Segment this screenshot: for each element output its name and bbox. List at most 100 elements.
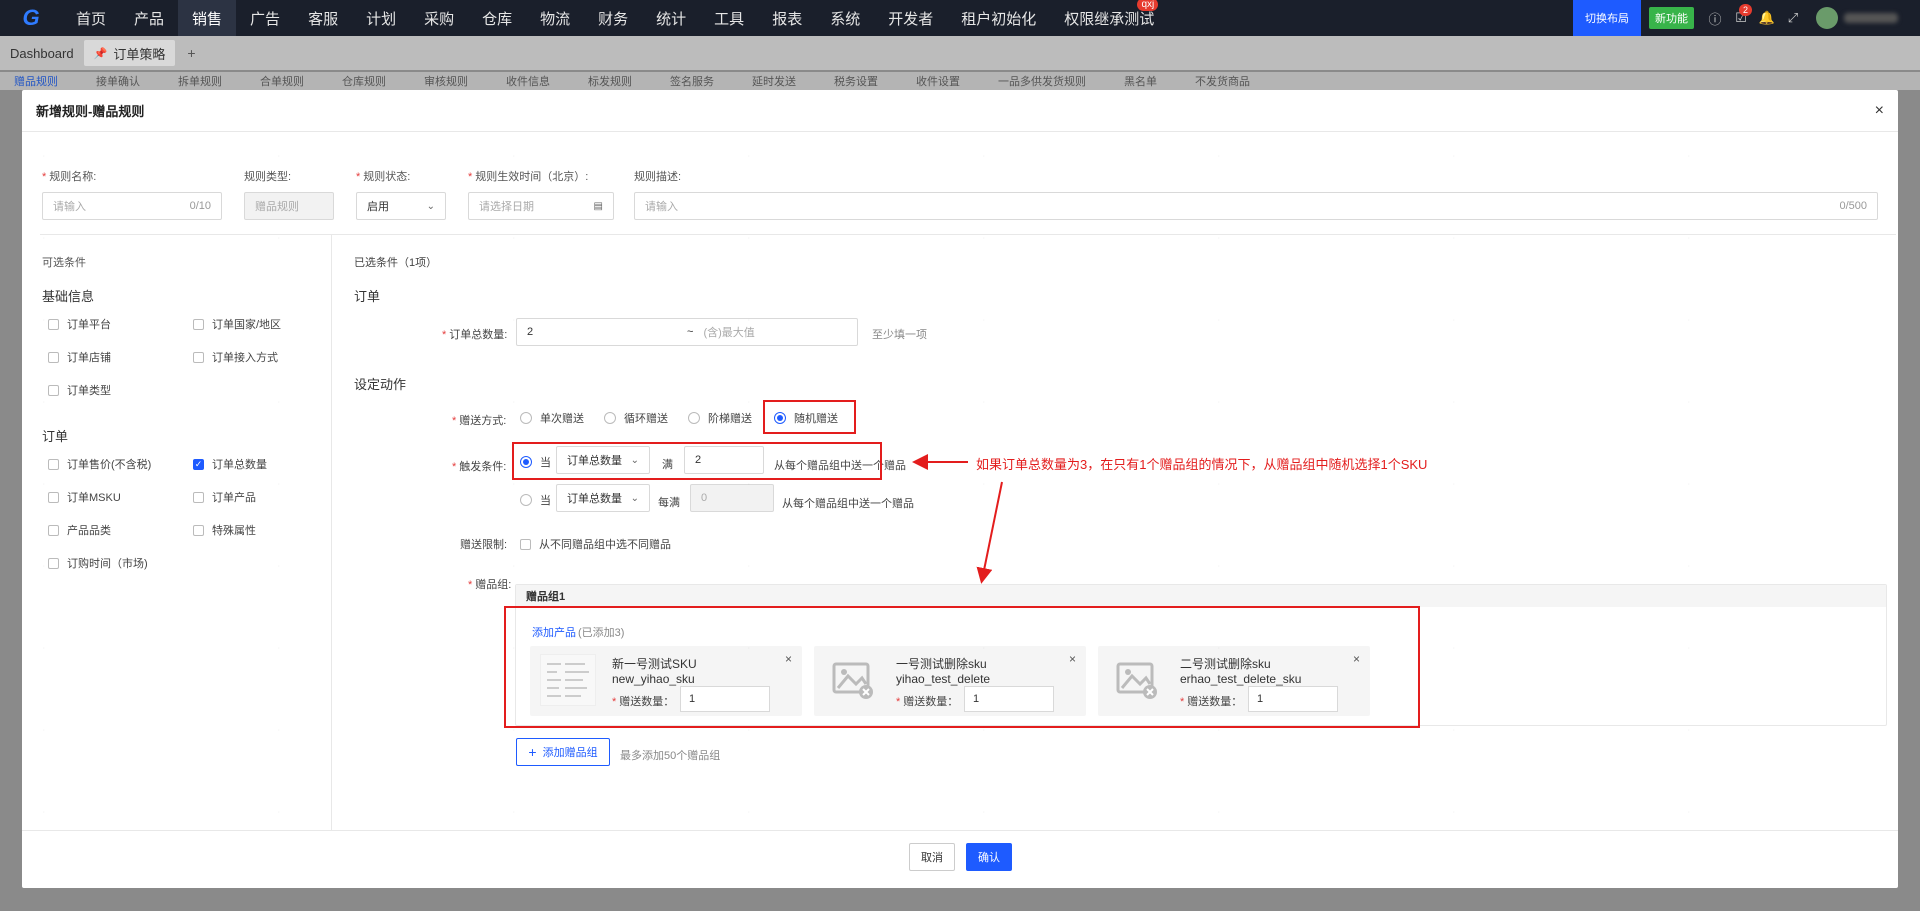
condition-checkbox[interactable]: 订单平台	[48, 316, 111, 332]
trigger2-value-input[interactable]: 0	[690, 484, 774, 512]
condition-checkbox[interactable]: 订单产品	[193, 489, 256, 505]
cancel-button[interactable]: 取消	[909, 843, 955, 871]
sub-tab[interactable]: 审核规则	[424, 73, 468, 89]
sub-tab[interactable]: 延时发送	[752, 73, 796, 89]
condition-checkbox[interactable]: 订单售价(不含税)	[48, 456, 151, 472]
watermark: ·	[40, 559, 47, 573]
condition-checkbox[interactable]: 产品品类	[48, 522, 111, 538]
gift-mode-label: * 赠送方式:	[452, 415, 507, 427]
sub-tab[interactable]: 签名服务	[670, 73, 714, 89]
user-name-blurred[interactable]	[1844, 13, 1898, 23]
nav-item-label: 物流	[540, 10, 571, 28]
gift-mode-radio[interactable]: 阶梯赠送	[688, 410, 752, 426]
sub-tab[interactable]: 仓库规则	[342, 73, 386, 89]
checkbox-box	[48, 318, 59, 330]
watermark: ·	[1450, 313, 1457, 327]
add-tab-button[interactable]: +	[187, 45, 195, 61]
condition-checkbox[interactable]: 订单接入方式	[193, 349, 278, 365]
condition-checkbox[interactable]: 特殊属性	[193, 522, 256, 538]
bell-icon[interactable]: 🔔	[1754, 0, 1780, 36]
nav-item-14[interactable]: 开发者	[874, 0, 947, 36]
condition-checkbox[interactable]: 订购时间（市场)	[48, 555, 148, 571]
trigger2-field-select[interactable]: 订单总数量 ⌄	[556, 484, 650, 512]
tab-dashboard[interactable]: Dashboard	[0, 40, 84, 66]
confirm-button[interactable]: 确认	[966, 843, 1012, 871]
sub-tab[interactable]: 收件信息	[506, 73, 550, 89]
nav-item-label: 系统	[830, 10, 861, 28]
gift-group-name: 赠品组1	[516, 585, 1886, 607]
sub-tab[interactable]: 赠品规则	[14, 73, 58, 89]
nav-item-1[interactable]: 产品	[120, 0, 178, 36]
nav-item-8[interactable]: 物流	[526, 0, 584, 36]
nav-item-2[interactable]: 销售	[178, 0, 237, 36]
condition-checkbox[interactable]: ✓ 订单总数量	[193, 456, 267, 472]
nav-item-0[interactable]: 首页	[62, 0, 120, 36]
total-qty-range-input[interactable]: 2 ~ (含)最大值	[516, 318, 858, 346]
app-logo[interactable]: G	[0, 0, 62, 36]
effective-time-label: * 规则生效时间（北京）:	[468, 171, 589, 183]
checkbox-box	[520, 538, 531, 550]
nav-item-4[interactable]: 客服	[294, 0, 352, 36]
gift-mode-radio[interactable]: 单次赠送	[520, 410, 584, 426]
nav-item-label: 销售	[192, 10, 223, 28]
tab-order-strategy[interactable]: 📌 订单策略	[83, 40, 176, 66]
condition-checkbox[interactable]: 订单MSKU	[48, 489, 121, 505]
checkbox-box	[48, 491, 59, 503]
nav-item-3[interactable]: 广告	[236, 0, 294, 36]
new-feature-button[interactable]: 新功能	[1649, 7, 1694, 29]
sub-tab[interactable]: 拆单规则	[178, 73, 222, 89]
gift-mode-radio[interactable]: 循环赠送	[604, 410, 668, 426]
sub-tab[interactable]: 合单规则	[260, 73, 304, 89]
watermark: ·	[1215, 395, 1222, 409]
trigger2-radio[interactable]: 当	[520, 492, 551, 508]
nav-item-9[interactable]: 财务	[584, 0, 642, 36]
condition-checkbox[interactable]: 订单店铺	[48, 349, 111, 365]
avatar[interactable]	[1816, 7, 1838, 29]
nav-item-13[interactable]: 系统	[816, 0, 874, 36]
nav-item-label: 财务	[598, 10, 629, 28]
help-icon[interactable]: ⓘ	[1702, 0, 1728, 36]
rule-name-input[interactable]: 请输入 0/10	[42, 192, 222, 220]
sub-tab[interactable]: 税务设置	[834, 73, 878, 89]
rule-name-label: * 规则名称:	[42, 171, 97, 183]
rule-status-select[interactable]: 启用 ⌄	[356, 192, 446, 220]
sub-tab[interactable]: 一品多供发货规则	[998, 73, 1086, 89]
sub-tab[interactable]: 接单确认	[96, 73, 140, 89]
watermark: ·	[1215, 559, 1222, 573]
nav-item-label: 仓库	[482, 10, 513, 28]
effective-date-picker[interactable]: 请选择日期 ▤	[468, 192, 614, 220]
gift-group-label: * 赠品组:	[468, 579, 512, 591]
sub-tab[interactable]: 不发货商品	[1195, 73, 1250, 89]
nav-item-7[interactable]: 仓库	[468, 0, 526, 36]
close-icon[interactable]: ×	[1875, 102, 1884, 120]
sub-tab[interactable]: 收件设置	[916, 73, 960, 89]
highlight-box	[504, 606, 1420, 728]
switch-layout-button[interactable]: 切换布局	[1573, 0, 1641, 36]
add-gift-group-button[interactable]: + 添加赠品组	[516, 738, 610, 766]
radio-dot	[520, 494, 532, 506]
watermark: ·	[510, 149, 517, 163]
sub-tab[interactable]: 黑名单	[1124, 73, 1157, 89]
nav-item-15[interactable]: 租户初始化	[947, 0, 1050, 36]
fullscreen-icon[interactable]: ⤢	[1780, 0, 1806, 36]
condition-checkbox[interactable]: 订单类型	[48, 382, 111, 398]
nav-item-12[interactable]: 报表	[758, 0, 816, 36]
nav-item-5[interactable]: 计划	[352, 0, 410, 36]
max-qty-placeholder[interactable]: (含)最大值	[703, 324, 754, 340]
condition-checkbox[interactable]: 订单国家/地区	[193, 316, 281, 332]
sub-tab[interactable]: 标发规则	[588, 73, 632, 89]
pin-icon[interactable]: 📌	[94, 47, 108, 60]
nav-item-16[interactable]: 权限继承测试 qxj	[1050, 0, 1168, 36]
gift-limit-checkbox[interactable]: 从不同赠品组中选不同赠品	[520, 536, 671, 552]
watermark: ·	[40, 149, 47, 163]
min-qty-value[interactable]: 2	[527, 326, 677, 338]
rule-desc-input[interactable]: 请输入 0/500	[634, 192, 1878, 220]
todo-icon[interactable]: ☑ 2	[1728, 0, 1754, 36]
nav-item-6[interactable]: 采购	[410, 0, 468, 36]
condition-label: 订单接入方式	[212, 352, 278, 364]
nav-item-11[interactable]: 工具	[700, 0, 758, 36]
rule-type-label: 规则类型:	[244, 171, 292, 183]
nav-item-10[interactable]: 统计	[642, 0, 700, 36]
watermark: ·	[40, 805, 47, 819]
arrow-down	[976, 481, 1003, 584]
